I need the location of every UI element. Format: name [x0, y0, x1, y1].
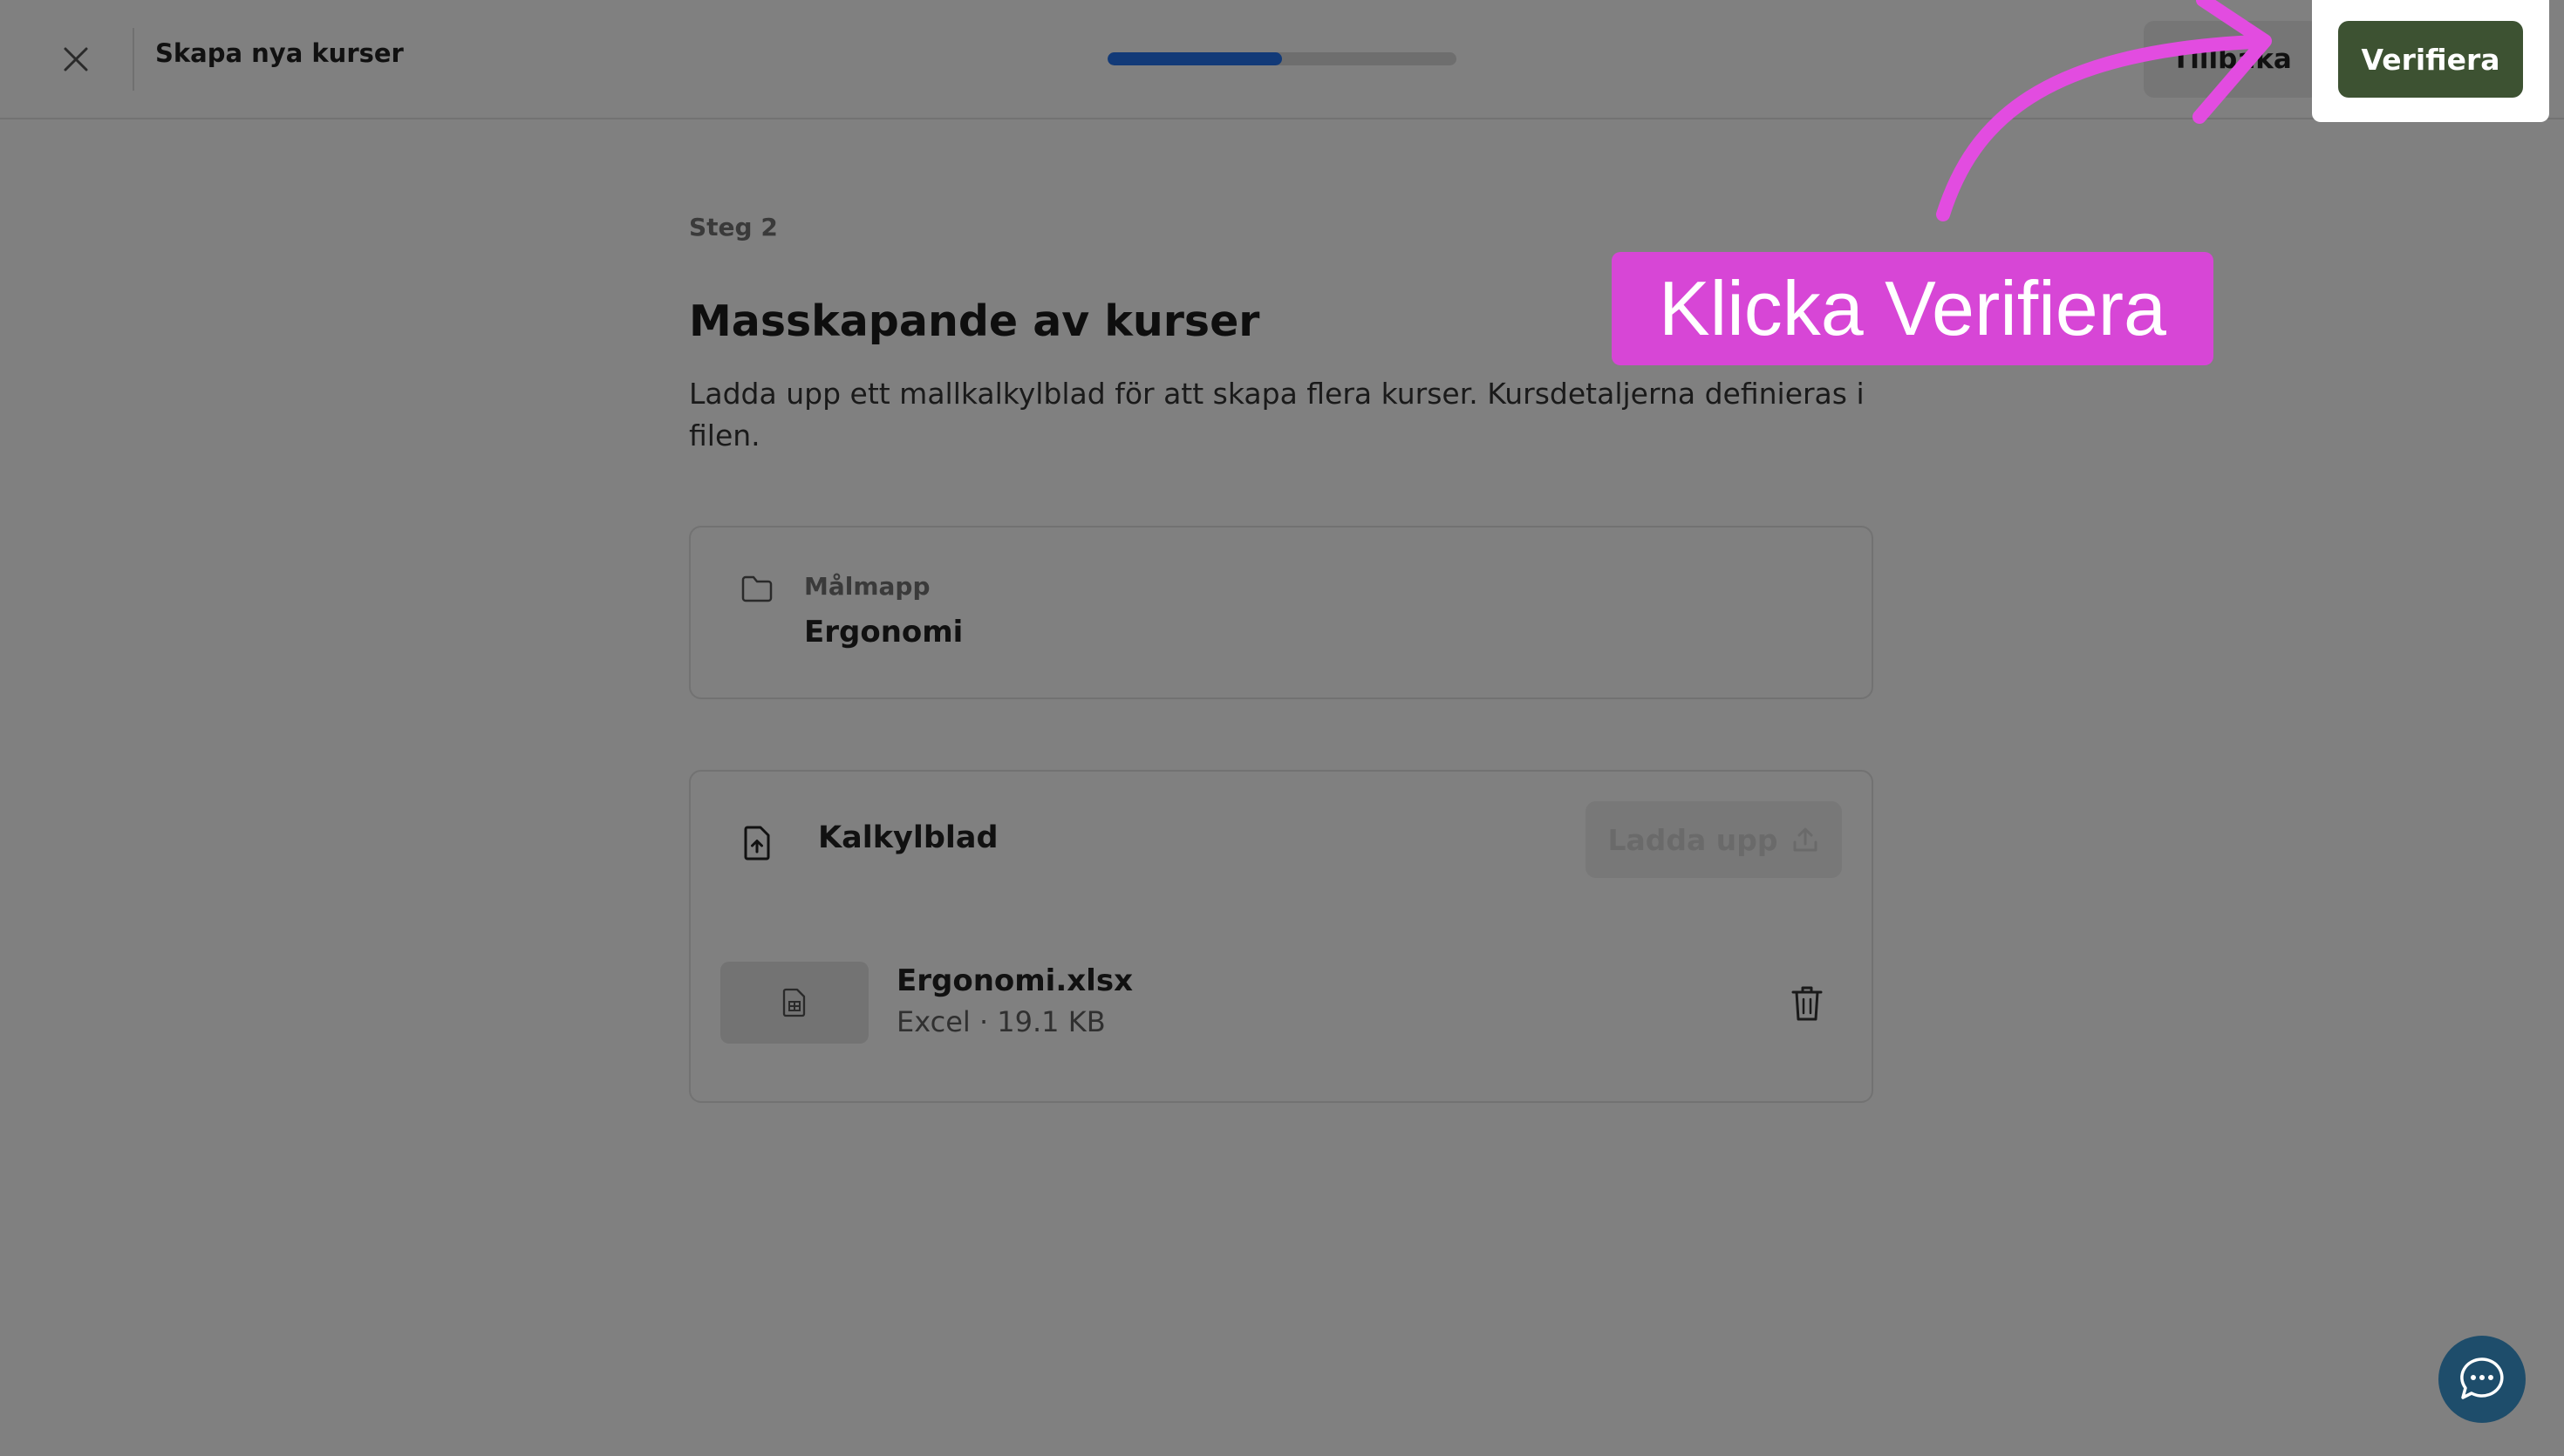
annotation-label: Klicka Verifiera — [1612, 252, 2213, 365]
page-title: Masskapande av kurser — [689, 296, 1260, 346]
folder-icon — [741, 575, 773, 602]
step-label: Steg 2 — [689, 213, 778, 242]
back-button[interactable]: Tillbaka — [2144, 21, 2320, 98]
delete-file-button[interactable] — [1786, 981, 1828, 1026]
spreadsheet-card: Kalkylblad Ladda upp Ergonomi.xlsx Excel… — [689, 770, 1873, 1103]
trash-icon — [1791, 986, 1823, 1021]
spreadsheet-icon — [782, 988, 806, 1017]
chat-button[interactable] — [2438, 1336, 2526, 1423]
divider — [133, 28, 134, 91]
verify-button[interactable]: Verifiera — [2338, 21, 2523, 98]
file-name: Ergonomi.xlsx — [897, 963, 1134, 998]
close-icon — [64, 47, 88, 71]
annotation-arrow — [1936, 0, 2272, 221]
file-upload-icon — [744, 826, 770, 861]
page-description: Ladda upp ett mallkalkylblad för att ska… — [689, 377, 1865, 452]
target-folder-label: Målmapp — [804, 572, 931, 601]
file-thumbnail — [720, 962, 869, 1044]
upload-icon — [1793, 827, 1817, 852]
chat-bubble-icon — [2460, 1357, 2504, 1399]
progress-fill — [1108, 52, 1282, 65]
target-folder-card: Målmapp Ergonomi — [689, 526, 1873, 699]
spreadsheet-title: Kalkylblad — [818, 820, 999, 855]
upload-button[interactable]: Ladda upp — [1585, 801, 1842, 878]
dialog-title: Skapa nya kurser — [155, 38, 404, 68]
close-button[interactable] — [54, 37, 98, 81]
upload-button-label: Ladda upp — [1607, 822, 1778, 857]
progress-bar — [1108, 52, 1456, 65]
file-meta: Excel · 19.1 KB — [897, 1005, 1106, 1038]
target-folder-value: Ergonomi — [804, 615, 964, 650]
top-bar: Skapa nya kurser Tillbaka Verifiera — [0, 0, 2564, 122]
